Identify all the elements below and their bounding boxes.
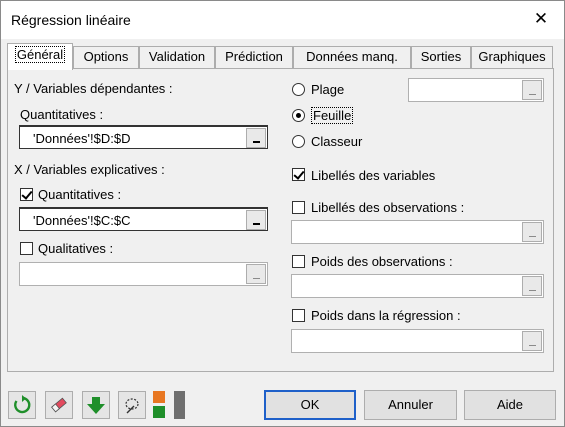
x-section-label: X / Variables explicatives : [14, 162, 165, 177]
regression-weights-label: Poids dans la régression : [311, 308, 461, 323]
cancel-button[interactable]: Annuler [364, 390, 457, 420]
move-down-button[interactable] [82, 391, 110, 419]
variable-labels-checkbox[interactable] [292, 168, 305, 181]
range-picker-button[interactable] [246, 210, 266, 230]
ok-button[interactable]: OK [264, 390, 356, 420]
radio-range[interactable] [292, 83, 305, 96]
clear-button[interactable] [45, 391, 73, 419]
observation-weights-label: Poids des observations : [311, 254, 453, 269]
variable-labels-label: Libellés des variables [311, 168, 436, 183]
tab-validation[interactable]: Validation [139, 46, 215, 68]
regression-weights-field[interactable] [291, 329, 544, 353]
output-range-field[interactable] [408, 78, 544, 102]
window-title: Régression linéaire [11, 12, 131, 28]
general-panel: Y / Variables dépendantes : Quantitative… [7, 68, 554, 372]
x-qualitative-label: Qualitatives : [38, 241, 114, 256]
x-quantitative-field[interactable]: 'Données'!$C:$C [19, 207, 268, 231]
observation-labels-label: Libellés des observations : [311, 200, 465, 215]
regression-weights-checkbox[interactable] [292, 309, 305, 322]
range-picker-button[interactable] [246, 128, 266, 148]
observation-weights-field[interactable] [291, 274, 544, 298]
reset-icon [14, 395, 31, 414]
tab-charts[interactable]: Graphiques [471, 46, 553, 68]
tab-general[interactable]: Général [7, 43, 73, 70]
range-picker-button[interactable] [522, 80, 542, 100]
x-qualitative-field[interactable] [19, 262, 268, 286]
tab-options[interactable]: Options [73, 46, 139, 68]
layout-icon[interactable] [153, 391, 187, 419]
observation-labels-checkbox[interactable] [292, 201, 305, 214]
dialog-window: Régression linéaire ✕ Général Options Va… [0, 0, 565, 427]
radio-range-label: Plage [311, 82, 345, 97]
tab-prediction[interactable]: Prédiction [215, 46, 293, 68]
eraser-icon [51, 397, 67, 413]
reset-button[interactable] [8, 391, 36, 419]
title-bar: Régression linéaire ✕ [1, 1, 564, 39]
x-qualitative-checkbox[interactable] [20, 242, 33, 255]
radio-sheet[interactable] [292, 109, 305, 122]
radio-sheet-label: Feuille [311, 107, 354, 124]
selection-button[interactable] [118, 391, 146, 419]
close-icon[interactable]: ✕ [532, 10, 550, 28]
selection-icon [125, 398, 139, 414]
y-quantitative-label: Quantitatives : [20, 107, 104, 122]
x-quantitative-label: Quantitatives : [38, 187, 122, 202]
range-picker-button[interactable] [522, 331, 542, 351]
range-picker-button[interactable] [522, 222, 542, 242]
y-section-label: Y / Variables dépendantes : [14, 81, 173, 96]
radio-workbook-label: Classeur [311, 134, 363, 149]
observation-weights-checkbox[interactable] [292, 255, 305, 268]
range-picker-button[interactable] [522, 276, 542, 296]
help-button[interactable]: Aide [464, 390, 556, 420]
observation-labels-field[interactable] [291, 220, 544, 244]
range-picker-button[interactable] [246, 264, 266, 284]
down-arrow-icon [87, 397, 105, 414]
x-quantitative-checkbox[interactable] [20, 188, 33, 201]
tab-missing-data[interactable]: Données manq. [293, 46, 411, 68]
y-quantitative-field[interactable]: 'Données'!$D:$D [19, 125, 268, 149]
radio-workbook[interactable] [292, 135, 305, 148]
tab-outputs[interactable]: Sorties [411, 46, 471, 68]
